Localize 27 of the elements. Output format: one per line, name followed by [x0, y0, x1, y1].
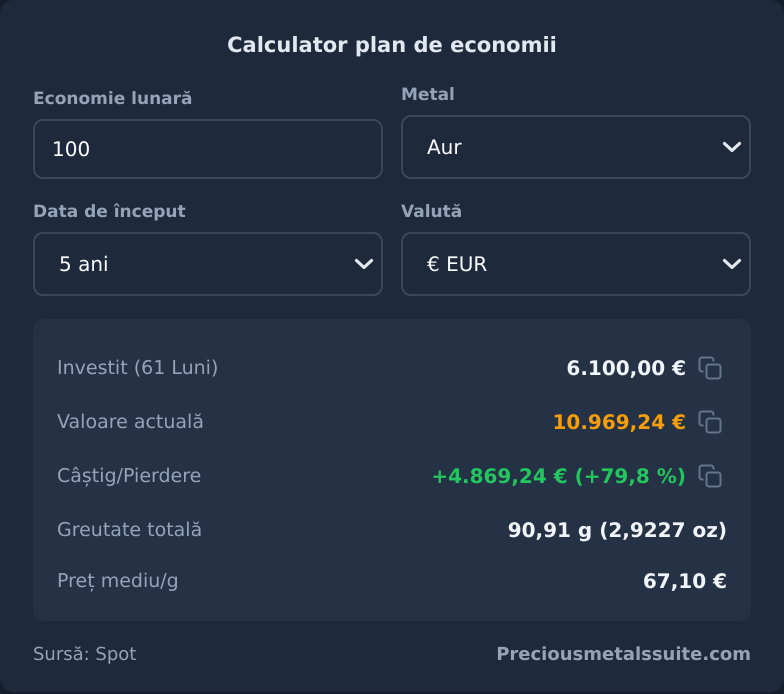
result-value: 6.100,00 €	[566, 355, 686, 382]
dropdown-select[interactable]: Aur	[401, 115, 751, 179]
result-label: Preț mediu/g	[57, 569, 180, 594]
field-label: Economie lunară	[33, 88, 192, 110]
amount-input[interactable]: 100	[33, 119, 383, 179]
result-label: Valoare actuală	[57, 410, 205, 435]
website-link[interactable]: Preciousmetalssuite.com	[496, 643, 751, 667]
dropdown-select[interactable]: € EUR	[401, 232, 751, 296]
field-label: Valută	[401, 201, 462, 223]
copy-icon[interactable]	[698, 410, 722, 434]
calculator-title: Calculator plan de economii	[227, 32, 557, 59]
source-text: Sursă: Spot	[33, 643, 136, 667]
chevron-down-icon	[722, 258, 742, 270]
chevron-down-icon	[354, 258, 374, 270]
result-value: +4.869,24 € (+79,8 %)	[431, 463, 686, 490]
result-label: Câștig/Pierdere	[57, 464, 202, 489]
field-label: Metal	[401, 84, 455, 106]
field-label: Data de început	[33, 201, 186, 223]
result-label: Investit (61 Luni)	[57, 356, 220, 381]
result-value: 90,91 g (2,9227 oz)	[508, 517, 727, 544]
copy-icon[interactable]	[698, 464, 722, 488]
result-value: 10.969,24 €	[552, 409, 686, 436]
result-label: Greutate totală	[57, 518, 204, 543]
dropdown-select[interactable]: 5 ani	[33, 232, 383, 296]
chevron-down-icon	[722, 141, 742, 153]
result-value: 67,10 €	[642, 568, 727, 595]
copy-icon[interactable]	[698, 356, 722, 380]
